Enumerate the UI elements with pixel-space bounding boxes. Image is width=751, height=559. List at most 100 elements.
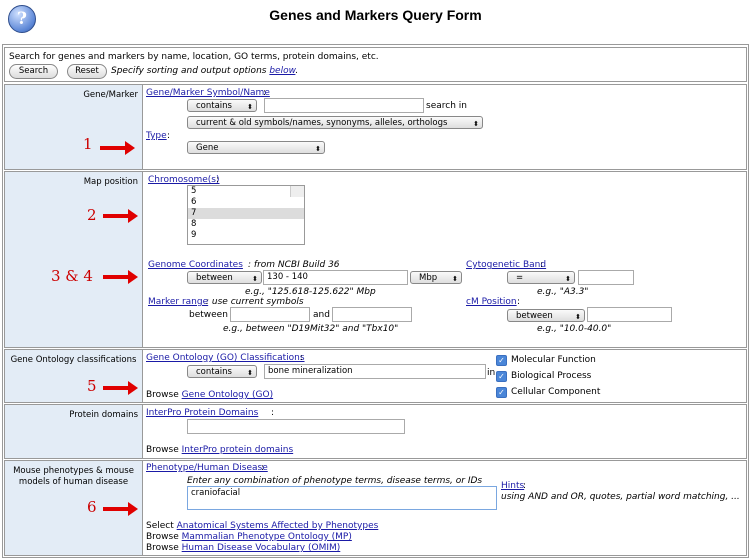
go-operator-select[interactable]: contains ⬍ <box>187 365 257 378</box>
protein-row: Protein domains InterPro Protein Domains… <box>4 404 747 459</box>
cyto-example: e.g., "A3.3" <box>537 287 589 297</box>
chromosome-option[interactable]: 9 <box>188 230 304 241</box>
protein-input[interactable] <box>187 419 405 434</box>
search-in-select[interactable]: current & old symbols/names, synonyms, a… <box>187 116 483 129</box>
marker-from-input[interactable] <box>230 307 310 322</box>
marker-to-input[interactable] <box>332 307 412 322</box>
chromosome-option[interactable]: 6 <box>188 197 304 208</box>
map-position-row: Map position Chromosome(s): 5 6 7 8 9 2 … <box>4 171 747 348</box>
hints-text: using AND and OR, quotes, partial word m… <box>501 492 740 502</box>
intro-text: Search for genes and markers by name, lo… <box>9 52 379 62</box>
marker-between-label: between <box>189 310 228 320</box>
browse-mp: Browse Mammalian Phenotype Ontology (MP) <box>146 532 352 542</box>
browse-label: Browse <box>146 543 179 553</box>
phenotype-disease-link[interactable]: Phenotype/Human Disease <box>146 463 268 473</box>
phenotype-label: Mouse phenotypes & mouse models of human… <box>13 466 134 487</box>
omim-vocabulary-link[interactable]: Human Disease Vocabulary (OMIM) <box>182 543 341 553</box>
interpro-link[interactable]: InterPro Protein Domains <box>146 408 258 418</box>
cyto-operator-select[interactable]: = ⬍ <box>507 271 575 284</box>
cm-input[interactable] <box>587 307 672 322</box>
select-anatomical: Select Anatomical Systems Affected by Ph… <box>146 521 378 531</box>
chromosome-listbox[interactable]: 5 6 7 8 9 <box>187 185 305 245</box>
interpro-browse-link[interactable]: InterPro protein domains <box>182 445 294 455</box>
browse-omim: Browse Human Disease Vocabulary (OMIM) <box>146 543 340 553</box>
annotation-3-4: 3 & 4 <box>51 267 93 285</box>
page-title: Genes and Markers Query Form <box>269 7 482 23</box>
phenotype-textarea[interactable]: craniofacial <box>187 486 497 510</box>
annotation-1: 1 <box>83 135 93 153</box>
checkbox-label: Biological Process <box>511 371 592 381</box>
search-button[interactable]: Search <box>9 64 58 79</box>
search-in-label: search in <box>426 101 467 111</box>
coord-example: e.g., "125.618-125.622" Mbp <box>245 287 376 297</box>
mp-ontology-link[interactable]: Mammalian Phenotype Ontology (MP) <box>182 532 352 542</box>
annotation-arrow-3-4 <box>103 270 138 284</box>
gene-marker-label: Gene/Marker <box>83 90 138 100</box>
marker-example: e.g., between "D19Mit32" and "Tbx10" <box>223 324 399 334</box>
annotation-arrow-6 <box>103 502 138 516</box>
protein-browse: Browse InterPro protein domains <box>146 445 293 455</box>
annotation-arrow-5 <box>103 381 138 395</box>
chromosome-option-selected[interactable]: 7 <box>188 208 304 219</box>
gene-marker-row: Gene/Marker Gene/Marker Symbol/Name: con… <box>4 84 747 170</box>
cm-example: e.g., "10.0-40.0" <box>537 324 612 334</box>
reset-button[interactable]: Reset <box>67 64 107 79</box>
annotation-5: 5 <box>87 377 97 395</box>
checkbox-molecular-function[interactable]: ✓ <box>496 355 507 366</box>
chromosome-option[interactable]: 5 <box>188 186 304 197</box>
go-label: Gene Ontology classifications <box>10 355 137 365</box>
annotation-arrow-1 <box>100 141 135 155</box>
checkbox-biological-process[interactable]: ✓ <box>496 371 507 382</box>
browse-label: Browse <box>146 390 179 400</box>
go-in-label: in <box>487 368 496 378</box>
hints-link[interactable]: Hints <box>501 481 524 491</box>
chromosome-link[interactable]: Chromosome(s) <box>148 175 219 185</box>
annotation-arrow-2 <box>103 209 138 223</box>
protein-label: Protein domains <box>69 410 138 420</box>
phenotype-instructions: Enter any combination of phenotype terms… <box>187 476 483 486</box>
symbol-operator-select[interactable]: contains ⬍ <box>187 99 257 112</box>
cyto-input[interactable] <box>578 270 634 285</box>
go-input[interactable]: bone mineralization <box>264 364 486 379</box>
go-browse: Browse Gene Ontology (GO) <box>146 390 273 400</box>
cytogenetic-band-link[interactable]: Cytogenetic Band <box>466 260 546 270</box>
cm-position-link[interactable]: cM Position <box>466 297 517 307</box>
options-hint: Specify sorting and output options below… <box>111 66 299 76</box>
genome-coordinates-link[interactable]: Genome Coordinates <box>148 260 243 270</box>
coord-unit-select[interactable]: Mbp ⬍ <box>410 271 462 284</box>
genome-note: from NCBI Build 36 <box>253 260 340 270</box>
phenotype-row: Mouse phenotypes & mouse models of human… <box>4 460 747 556</box>
annotation-6: 6 <box>87 498 97 516</box>
go-label-cell: Gene Ontology classifications <box>5 350 143 402</box>
marker-note: use current symbols <box>211 297 304 307</box>
options-below-link[interactable]: below <box>269 66 295 76</box>
type-select[interactable]: Gene ⬍ <box>187 141 325 154</box>
map-position-label: Map position <box>83 177 138 187</box>
browse-label: Browse <box>146 445 179 455</box>
checkbox-cellular-component[interactable]: ✓ <box>496 387 507 398</box>
annotation-2: 2 <box>87 206 97 224</box>
coord-input[interactable]: 130 - 140 <box>263 270 408 285</box>
protein-label-cell: Protein domains <box>5 405 143 458</box>
select-label: Select <box>146 521 174 531</box>
go-row: Gene Ontology classifications Gene Ontol… <box>4 349 747 403</box>
anatomical-systems-link[interactable]: Anatomical Systems Affected by Phenotype… <box>177 521 379 531</box>
go-browse-link[interactable]: Gene Ontology (GO) <box>182 390 273 400</box>
intro-row: Search for genes and markers by name, lo… <box>4 47 747 82</box>
map-position-label-cell: Map position <box>5 172 143 347</box>
marker-and-label: and <box>313 310 330 320</box>
chromosome-scrollbar[interactable] <box>290 186 304 197</box>
gene-marker-label-cell: Gene/Marker <box>5 85 143 169</box>
chromosome-option[interactable]: 8 <box>188 219 304 230</box>
cm-operator-select[interactable]: between ⬍ <box>507 309 585 322</box>
marker-range-link[interactable]: Marker range <box>148 297 208 307</box>
checkbox-label: Cellular Component <box>511 387 601 397</box>
go-classifications-link[interactable]: Gene Ontology (GO) Classifications <box>146 353 305 363</box>
browse-label: Browse <box>146 532 179 542</box>
coord-operator-select[interactable]: between ⬍ <box>187 271 262 284</box>
checkbox-label: Molecular Function <box>511 355 596 365</box>
type-link[interactable]: Type <box>146 131 167 141</box>
options-text: Specify sorting and output options <box>111 66 267 76</box>
symbol-name-link[interactable]: Gene/Marker Symbol/Name <box>146 88 270 98</box>
symbol-input[interactable] <box>264 98 424 113</box>
